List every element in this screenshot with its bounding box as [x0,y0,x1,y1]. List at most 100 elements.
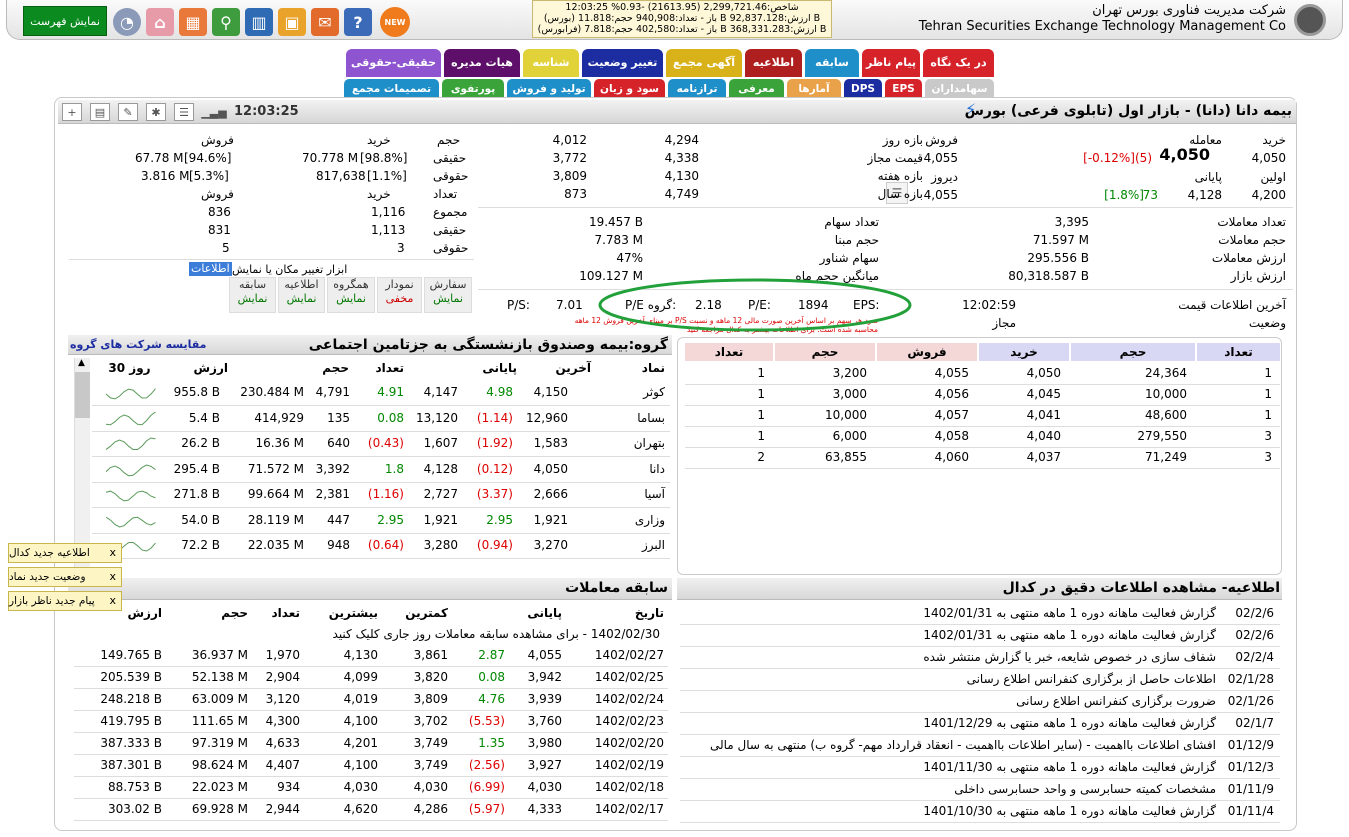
tab-production-sales[interactable]: تولید و فروش [507,79,591,99]
codal-announcement-link[interactable]: گزارش فعالیت ماهانه دوره 1 ماهه منتهی به… [680,627,1216,643]
codal-announcement-link[interactable]: گزارش فعالیت ماهانه دوره 1 ماهه منتهی به… [680,803,1216,819]
group-cell: 5.4 B [188,410,220,425]
orderbook-cell: 71,249 [1145,450,1187,464]
tab-portfolio[interactable]: پورتفوی [442,79,504,99]
tab-intro[interactable]: معرفی [729,79,784,99]
tool-chart-action[interactable]: مخفی [378,292,421,306]
tool-peers-action[interactable]: نمایش [328,292,374,306]
toast-status[interactable]: وضعیت جدید نماد x [8,567,122,587]
chat-icon[interactable]: ✉ [311,8,339,36]
tab-announcement[interactable]: اطلاعیه [745,49,802,77]
tool-chart[interactable]: نمودار مخفی [377,277,422,313]
tool-history-action[interactable]: نمایش [230,292,275,306]
history-row-divider [74,666,668,667]
help-icon[interactable]: ? [344,8,372,36]
chart-icon[interactable]: ▥ [245,8,273,36]
history-cell: 4,286 [413,802,448,816]
close-icon[interactable]: x [109,570,116,583]
history-cell: 2.87 [478,648,505,662]
compare-group-link[interactable]: مقایسه شرکت های گروه [70,338,206,351]
group-symbol-link[interactable]: بساما [593,410,665,426]
codal-title: اطلاعیه- مشاهده اطلاعات دقیق در کدال [1002,580,1280,596]
orderbook-cell: 1 [757,429,765,443]
codal-announcement-link[interactable]: اطلاعات حاصل از برگزاری کنفرانس اطلاع رس… [680,671,1216,687]
tab-stats[interactable]: آمارها [787,79,841,99]
tab-assembly-ad[interactable]: آگهی مجمع [666,49,742,77]
tab-assembly-decisions[interactable]: تصمیمات مجمع [344,79,439,99]
network-icon[interactable]: ✱ [146,103,166,121]
tab-dps[interactable]: DPS [844,79,882,99]
edit-icon[interactable]: ✎ [118,103,138,121]
codal-announcement-link[interactable]: ضرورت برگزاری کنفرانس اطلاع رسانی [680,693,1216,709]
group-cell: 1,583 [533,436,568,450]
tab-profit-loss[interactable]: سود و زیان [594,79,665,99]
group-scrollbar[interactable]: ▲ [74,358,90,568]
tool-history[interactable]: سابقه نمایش [229,277,276,313]
group-symbol-link[interactable]: بتهران [593,435,665,451]
tool-peers[interactable]: همگروه نمایش [327,277,375,313]
codal-announcement-link[interactable]: افشای اطلاعات بااهمیت - (سایر اطلاعات با… [680,737,1216,753]
search-icon[interactable]: ⚲ [212,8,240,36]
history-cell: 52.138 M [191,670,248,684]
grid-icon[interactable]: ▣ [278,8,306,36]
show-menu-button[interactable]: نمایش فهرست [23,6,107,36]
tab-balance-sheet[interactable]: ترازنامه [668,79,726,99]
group-symbol-link[interactable]: دانا [593,461,665,477]
group-symbol-link[interactable]: البرز [593,537,665,553]
tool-order-action[interactable]: نمایش [425,292,471,306]
first-label: اولین [1260,170,1286,184]
tab-board[interactable]: هیات مدیره [444,49,520,77]
toast-codal-text: اطلاعیه جدید کدال [9,547,90,559]
home-icon[interactable]: ⌂ [146,8,174,36]
tool-order[interactable]: سفارش نمایش [424,277,472,313]
count-label: تعداد [433,187,458,201]
info-link[interactable]: اطلاعات [189,262,232,276]
list-icon[interactable]: ☰ [174,103,194,121]
tab-overview[interactable]: در یک نگاه [923,49,994,77]
globe-icon[interactable]: ◔ [113,8,141,36]
individual-buy-pct: [98.8%] [360,151,408,165]
codal-announcement-link[interactable]: گزارش فعالیت ماهانه دوره 1 ماهه منتهی به… [680,715,1216,731]
week-range-label: بازه هفته [877,169,923,183]
orderbook-cell: 4,045 [1026,387,1061,401]
bars-icon[interactable]: ▁▃▅ [201,103,226,121]
document-icon[interactable]: ▤ [90,103,110,121]
tab-legal-real[interactable]: حقیقی-حقوقی [346,49,441,77]
history-cell: (6.99) [468,780,505,794]
group-cell: 4.91 [377,385,404,399]
history-today-link[interactable]: 1402/02/30 - برای مشاهده سابقه معاملات ر… [72,625,668,645]
codal-date: 01/11/9 [1227,782,1274,796]
buy-col-label: خرید [367,133,391,147]
tool-announcement-action[interactable]: نمایش [279,292,324,306]
tab-supervisor-message[interactable]: پیام ناظر [862,49,920,77]
close-icon[interactable]: x [109,546,116,559]
table-icon[interactable]: ▦ [179,8,207,36]
free-float-label: سهام شناور [819,251,879,265]
add-icon[interactable]: + [62,103,82,121]
toast-supervisor[interactable]: پیام جدید ناظر بازار x [8,591,122,611]
group-symbol-link[interactable]: کوثر [593,384,665,400]
base-volume: 7.783 M [594,233,643,247]
codal-announcement-link[interactable]: گزارش فعالیت ماهانه دوره 1 ماهه منتهی به… [680,759,1216,775]
tab-status-change[interactable]: تغییر وضعیت [582,49,663,77]
codal-announcement-link[interactable]: گزارش فعالیت ماهانه دوره 1 ماهه منتهی به… [680,605,1216,621]
new-badge-icon[interactable]: NEW [380,7,410,37]
close-icon[interactable]: x [109,594,116,607]
codal-announcement-link[interactable]: مشخصات کمیته حسابرسی و واحد حسابرسی داخل… [680,781,1216,797]
scroll-up-icon[interactable]: ▲ [78,358,85,368]
tab-eps[interactable]: EPS [885,79,922,99]
tool-announcement[interactable]: اطلاعیه نمایش [278,277,325,313]
tab-history[interactable]: سابقه [805,49,859,77]
codal-announcement-link[interactable]: شفاف سازی در خصوص شایعه، خبر یا گزارش من… [680,649,1216,665]
tab-shareholders[interactable]: سهامداران [925,79,994,99]
last-change-pct: [-0.12%] [1083,151,1135,165]
history-cell: 1.35 [478,736,505,750]
ob-sell-count-header: تعداد [685,343,773,361]
orderbook-cell: 63,855 [825,450,867,464]
group-symbol-link[interactable]: آسیا [593,486,665,502]
tab-identity[interactable]: شناسه [523,49,579,77]
orderbook-cell: 10,000 [1145,387,1187,401]
toast-codal[interactable]: اطلاعیه جدید کدال x [8,543,122,563]
group-symbol-link[interactable]: وزاری [593,512,665,528]
group-pe-value: 7.01 [556,298,583,312]
